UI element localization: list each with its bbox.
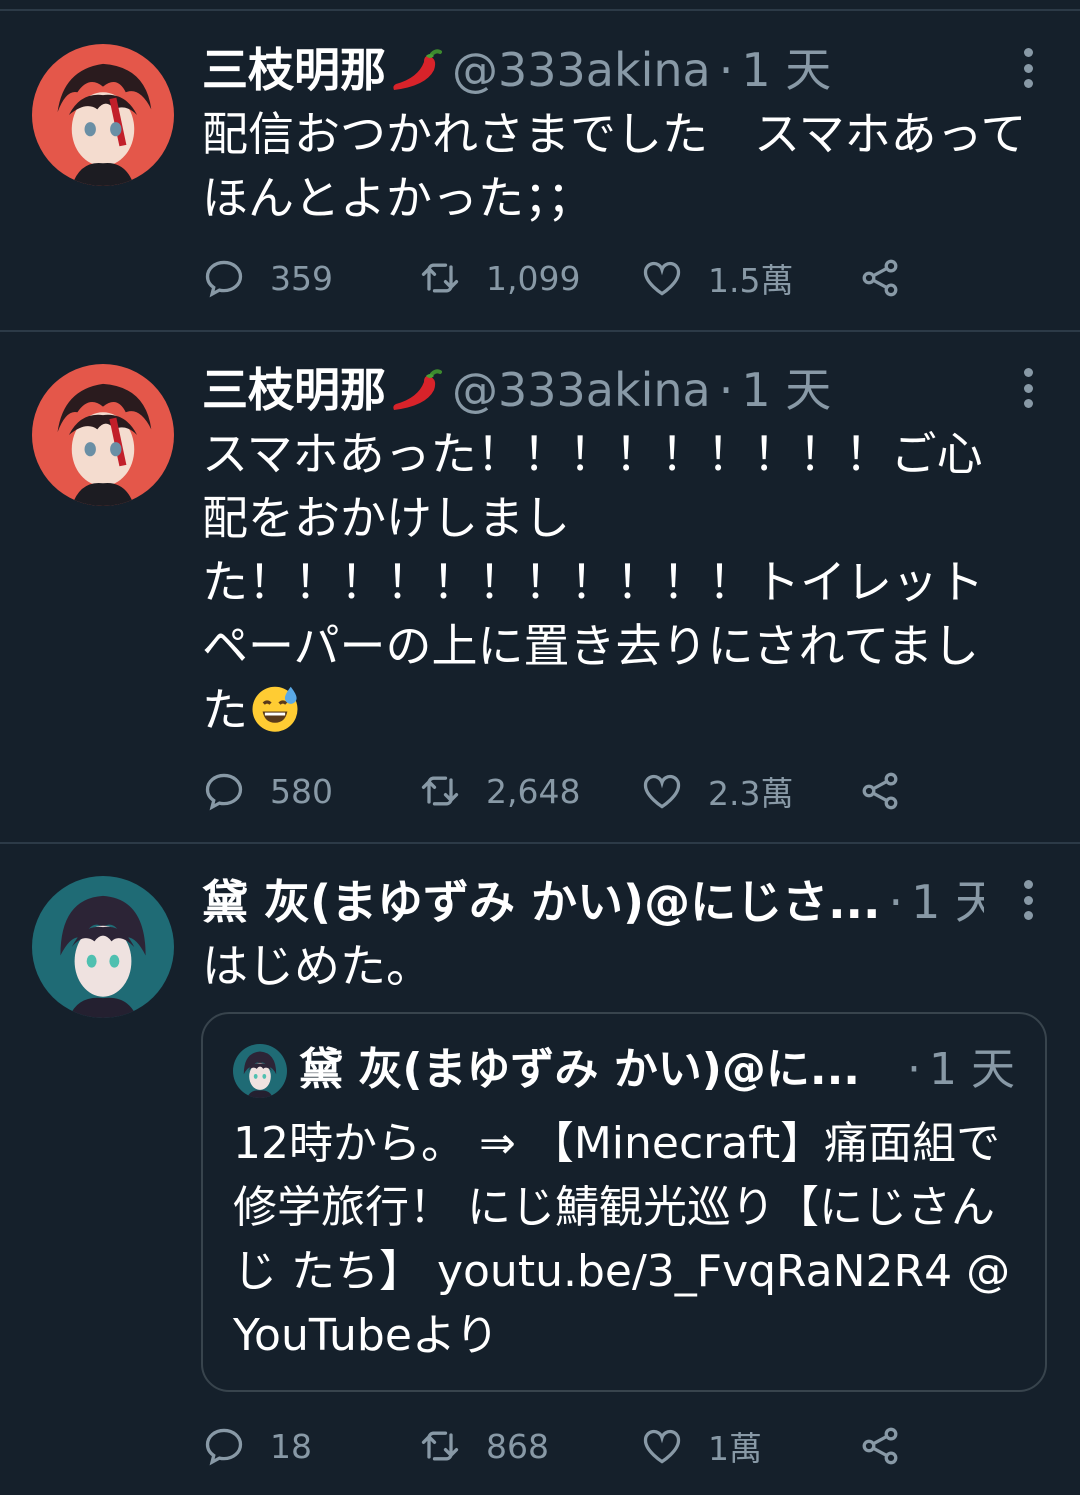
retweet-count: 2,648	[486, 771, 581, 811]
share-button[interactable]	[858, 763, 926, 819]
retweet-button[interactable]: 1,099	[418, 250, 580, 306]
timestamp[interactable]: 1 天	[741, 40, 831, 100]
separator-dot: ·	[718, 43, 734, 97]
tweet-text-line: 配をおかけしまし	[202, 491, 570, 545]
retweet-icon	[418, 769, 462, 813]
reply-icon	[202, 1424, 246, 1468]
quoted-text: 12時から。 ⇒ 【Minecraft】痛面組で修学旅行！ にじ鯖観光巡り【にじ…	[233, 1118, 1011, 1361]
retweet-icon	[418, 256, 462, 300]
avatar[interactable]	[32, 44, 174, 186]
tweet-header: 三枝明那 @333akina · 1 天	[202, 360, 984, 420]
sweat-smile-emoji	[252, 686, 298, 732]
quoted-timestamp: 1 天	[929, 1044, 1015, 1095]
like-button[interactable]: 1萬	[640, 1418, 762, 1474]
retweet-count: 1,099	[486, 258, 581, 298]
retweet-button[interactable]: 868	[418, 1418, 549, 1474]
separator-dot: ·	[718, 363, 734, 417]
share-icon	[858, 1424, 902, 1468]
reply-icon	[202, 256, 246, 300]
top-divider	[0, 9, 1080, 11]
tweet-text: 配信おつかれさまでした スマホあってほんとよかった；；	[202, 107, 1027, 225]
share-icon	[858, 256, 902, 300]
like-count: 1.5萬	[708, 261, 794, 300]
like-icon	[640, 1424, 684, 1468]
tweet-text: スマホあった！！！！！！！！！ご心 配をおかけしまし た！！！！！！！！！！！ト…	[202, 422, 1032, 742]
tweet-actions: 580 2,648 2.3萬	[202, 763, 922, 819]
reply-button[interactable]: 18	[202, 1418, 312, 1474]
display-name[interactable]: 三枝明那	[202, 360, 386, 420]
quoted-display-name: 黛 灰(まゆずみ かい)@に...	[299, 1044, 860, 1095]
separator-dot: ·	[907, 1044, 922, 1095]
like-count: 1萬	[708, 1429, 762, 1468]
reply-button[interactable]: 580	[202, 763, 333, 819]
share-icon	[858, 769, 902, 813]
tweet-divider	[0, 842, 1080, 844]
like-button[interactable]: 2.3萬	[640, 763, 793, 819]
chili-pepper-icon	[388, 366, 444, 414]
tweet-text: はじめた。	[202, 939, 432, 993]
reply-count: 580	[270, 771, 333, 811]
tweet-text-line-end: た	[202, 683, 248, 737]
tweet-header: 黛 灰(まゆずみ かい)@にじさ... · 1 天	[202, 872, 984, 932]
share-button[interactable]	[858, 250, 926, 306]
avatar[interactable]	[32, 364, 174, 506]
retweet-count: 868	[486, 1426, 549, 1466]
like-icon	[640, 769, 684, 813]
like-count: 2.3萬	[708, 774, 794, 813]
tweet-header: 三枝明那 @333akina · 1 天	[202, 40, 984, 100]
tweet-actions: 359 1,099 1.5萬	[202, 250, 922, 306]
timestamp[interactable]: 1 天	[911, 872, 984, 932]
quoted-avatar	[233, 1044, 287, 1098]
reply-count: 18	[270, 1426, 312, 1466]
like-icon	[640, 256, 684, 300]
reply-button[interactable]: 359	[202, 250, 333, 306]
username[interactable]: @333akina	[452, 40, 711, 100]
display-name[interactable]: 黛 灰(まゆずみ かい)@にじさ...	[202, 872, 881, 932]
tweet-actions: 18 868 1萬	[202, 1418, 922, 1474]
chili-pepper-icon	[388, 46, 444, 94]
more-icon[interactable]	[1022, 880, 1034, 920]
share-button[interactable]	[858, 1418, 926, 1474]
display-name[interactable]: 三枝明那	[202, 40, 386, 100]
quoted-header: 黛 灰(まゆずみ かい)@に... · 1 天	[299, 1040, 1015, 1100]
avatar[interactable]	[32, 876, 174, 1018]
tweet-text-line: た	[202, 678, 1032, 742]
tweet-text-line: スマホあった！！！！！！！！！ご心	[202, 427, 983, 481]
retweet-button[interactable]: 2,648	[418, 763, 580, 819]
more-icon[interactable]	[1022, 48, 1034, 88]
username[interactable]: @333akina	[452, 360, 711, 420]
tweet-divider	[0, 330, 1080, 332]
timestamp[interactable]: 1 天	[741, 360, 831, 420]
tweet-text-line: ペーパーの上に置き去りにされてまし	[202, 619, 979, 673]
tweet-text-line: た！！！！！！！！！！！トイレット	[202, 555, 984, 609]
more-icon[interactable]	[1022, 368, 1034, 408]
reply-count: 359	[270, 258, 333, 298]
reply-icon	[202, 769, 246, 813]
like-button[interactable]: 1.5萬	[640, 250, 793, 306]
retweet-icon	[418, 1424, 462, 1468]
quoted-tweet[interactable]: 黛 灰(まゆずみ かい)@に... · 1 天 12時から。 ⇒ 【Minecra…	[201, 1012, 1047, 1392]
separator-dot: ·	[888, 875, 904, 929]
